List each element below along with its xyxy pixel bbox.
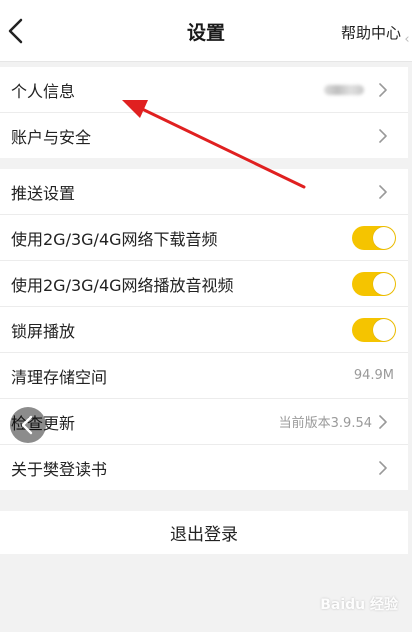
row-mobile-play-video: 使用2G/3G/4G网络播放音视频 (0, 261, 408, 307)
row-mobile-download-audio: 使用2G/3G/4G网络下载音频 (0, 215, 408, 261)
mobile-play-toggle[interactable] (352, 271, 396, 296)
settings-group: 推送设置 使用2G/3G/4G网络下载音频 使用2G/3G/4G网络播放音视频 … (0, 169, 408, 490)
toggle-knob (373, 272, 395, 295)
row-clear-storage[interactable]: 清理存储空间 94.9M (0, 353, 408, 399)
scroll-edge-icon: ‹ (404, 32, 410, 47)
chevron-right-icon (379, 184, 387, 199)
mobile-download-toggle[interactable] (352, 225, 396, 250)
chevron-right-icon (379, 414, 387, 429)
row-about[interactable]: 关于樊登读书 (0, 445, 408, 490)
row-account-security[interactable]: 账户与安全 (0, 113, 408, 158)
current-version: 当前版本3.9.54 (278, 416, 372, 431)
row-personal-info[interactable]: 个人信息 (0, 67, 408, 113)
account-group: 个人信息 账户与安全 (0, 67, 408, 158)
chevron-left-icon (21, 415, 33, 435)
row-check-update[interactable]: 检查更新 当前版本3.9.54 (0, 399, 408, 445)
row-label: 使用2G/3G/4G网络播放音视频 (11, 275, 234, 295)
floating-back-button[interactable] (10, 407, 46, 443)
row-label: 关于樊登读书 (11, 459, 108, 479)
logout-button[interactable]: 退出登录 (0, 511, 408, 554)
toggle-knob (373, 226, 395, 249)
chevron-right-icon (379, 128, 387, 143)
help-center-link[interactable]: 帮助中心 (341, 22, 401, 43)
toggle-knob (373, 318, 395, 341)
blurred-username (324, 84, 364, 95)
row-label: 使用2G/3G/4G网络下载音频 (11, 229, 218, 249)
row-label: 锁屏播放 (11, 321, 76, 341)
row-push-settings[interactable]: 推送设置 (0, 169, 408, 215)
lockscreen-toggle[interactable] (352, 317, 396, 342)
top-bar: 设置 帮助中心 (0, 0, 412, 62)
row-lockscreen-play: 锁屏播放 (0, 307, 408, 353)
chevron-right-icon (379, 82, 387, 97)
storage-size: 94.9M (353, 368, 394, 383)
row-label: 账户与安全 (11, 127, 92, 147)
watermark: Baidu 经验 (320, 597, 398, 613)
row-label: 清理存储空间 (11, 367, 108, 387)
chevron-right-icon (379, 460, 387, 475)
row-label: 推送设置 (11, 183, 76, 203)
row-label: 个人信息 (11, 81, 76, 101)
